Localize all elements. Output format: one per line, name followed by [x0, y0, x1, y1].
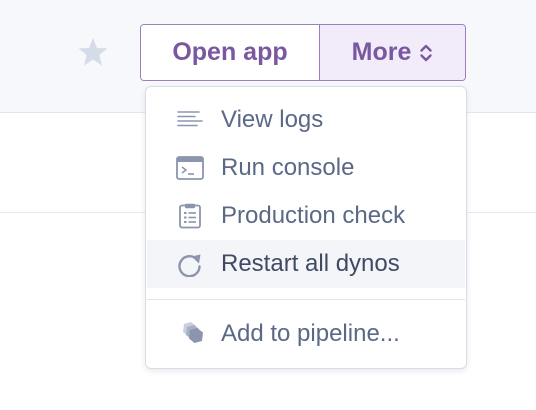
open-app-button[interactable]: Open app	[141, 25, 319, 80]
menu-item-production-check[interactable]: Production check	[147, 192, 465, 240]
menu-item-label: Run console	[221, 154, 355, 181]
menu-item-label: Add to pipeline...	[221, 320, 400, 347]
menu-item-label: Production check	[221, 202, 406, 229]
more-button[interactable]: More	[319, 25, 465, 80]
menu-item-label: View logs	[221, 106, 324, 133]
star-icon[interactable]	[76, 35, 110, 69]
app-action-button-group: Open app More	[140, 24, 466, 81]
restart-icon	[178, 254, 201, 277]
pipeline-icon	[183, 322, 203, 343]
menu-separator	[147, 299, 465, 300]
menu-item-restart-all-dynos[interactable]: Restart all dynos	[147, 240, 465, 288]
more-dropdown-menu: View logs Run console Production check R…	[145, 86, 467, 369]
menu-item-add-to-pipeline[interactable]: Add to pipeline...	[147, 310, 465, 358]
console-icon	[176, 156, 204, 180]
chevron-up-down-icon	[420, 44, 433, 61]
clipboard-icon	[179, 203, 201, 229]
more-label: More	[351, 38, 412, 66]
menu-item-label: Restart all dynos	[221, 250, 400, 277]
menu-item-run-console[interactable]: Run console	[147, 144, 465, 192]
open-app-label: Open app	[172, 38, 288, 66]
menu-item-view-logs[interactable]: View logs	[147, 96, 465, 144]
logs-icon	[177, 111, 203, 127]
